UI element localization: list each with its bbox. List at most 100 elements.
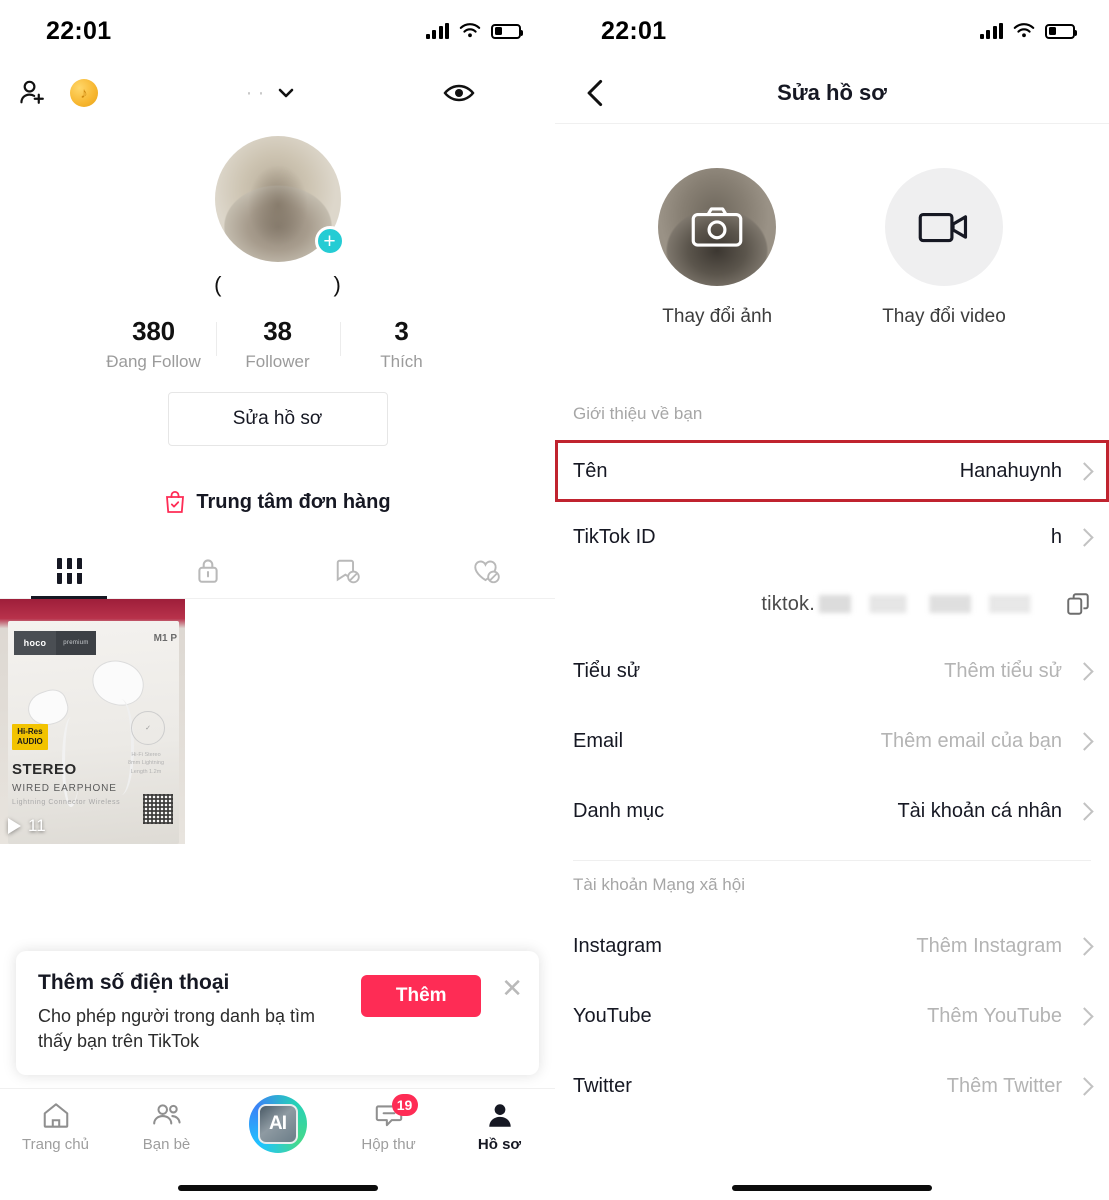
username-label: ·· <box>245 81 270 104</box>
play-count: 11 <box>8 816 46 836</box>
chevron-right-icon <box>1075 801 1094 821</box>
qr-code <box>143 794 173 824</box>
tab-liked[interactable] <box>416 544 555 598</box>
bottom-navigation: Trang chủ Bạn bè AI 19 Hộp thư Hồ sơ <box>0 1088 555 1200</box>
battery-icon <box>491 23 523 39</box>
change-video-item[interactable]: Thay đổi video <box>882 168 1006 328</box>
banner-title: Thêm số điện thoại <box>38 971 230 995</box>
row-name[interactable]: Tên Hanahuynh <box>555 440 1109 502</box>
nav-item-create[interactable]: AI <box>222 1095 333 1160</box>
order-center-label: Trung tâm đơn hàng <box>196 490 391 513</box>
row-bio[interactable]: Tiểu sử Thêm tiểu sử <box>555 636 1109 706</box>
nav-item-inbox[interactable]: 19 Hộp thư <box>333 1094 444 1153</box>
row-value: Tài khoản cá nhân <box>897 799 1062 822</box>
row-category[interactable]: Danh mục Tài khoản cá nhân <box>555 776 1109 846</box>
row-twitter[interactable]: Twitter Thêm Twitter <box>555 1051 1109 1121</box>
tab-saved[interactable] <box>278 544 417 598</box>
nav-item-profile[interactable]: Hồ sơ <box>444 1101 555 1153</box>
hamburger-menu-icon[interactable] <box>503 83 533 104</box>
nav-label: Hộp thư <box>361 1136 416 1153</box>
profile-stats: 380 Đang Follow 38 Follower 3 Thích <box>0 316 555 372</box>
chevron-right-icon <box>1075 1006 1094 1026</box>
hires-line1: Hi-Res <box>17 727 43 736</box>
video-camera-icon <box>918 212 968 243</box>
wired-earphone-label: WIRED EARPHONE <box>12 783 117 794</box>
stat-following[interactable]: 380 Đang Follow <box>92 316 216 372</box>
ai-create-icon[interactable]: AI <box>248 1095 307 1153</box>
tab-private[interactable] <box>139 544 278 598</box>
profile-icon <box>488 1104 511 1127</box>
stat-likes[interactable]: 3 Thích <box>339 316 464 372</box>
stat-value: 3 <box>394 316 409 346</box>
row-value: Thêm Twitter <box>946 1074 1062 1097</box>
dual-screenshot-container: 22:01 ♪ ·· + () 380 Đang Follow 38 Foll… <box>0 0 1109 1200</box>
home-indicator-right <box>732 1185 932 1191</box>
avatar-section: + <box>0 136 555 262</box>
copy-icon[interactable] <box>1065 591 1091 617</box>
row-right: Thêm tiểu sử <box>944 660 1094 683</box>
add-person-icon[interactable] <box>18 78 48 108</box>
status-indicators <box>979 22 1077 40</box>
status-time: 22:01 <box>601 16 667 45</box>
change-video-thumbnail[interactable] <box>884 168 1003 286</box>
order-center-link[interactable]: Trung tâm đơn hàng <box>0 490 555 514</box>
row-youtube[interactable]: YouTube Thêm YouTube <box>555 981 1109 1051</box>
eye-icon[interactable] <box>443 81 475 105</box>
row-instagram[interactable]: Instagram Thêm Instagram <box>555 911 1109 981</box>
home-icon <box>43 1103 68 1128</box>
hires-line2: AUDIO <box>17 737 43 746</box>
profile-screen: 22:01 ♪ ·· + () 380 Đang Follow 38 Foll… <box>0 0 555 1200</box>
row-right: Hanahuynh <box>960 460 1094 483</box>
change-photo-label: Thay đổi ảnh <box>662 306 773 327</box>
cord-right <box>108 699 134 795</box>
row-value: Thêm YouTube <box>927 1004 1062 1027</box>
handle-close-paren: ) <box>333 272 341 297</box>
product-specs: Hi-Fi Stereo 8mm Lightning Length 1.2m <box>127 752 165 775</box>
edit-profile-header: Sửa hồ sơ <box>555 62 1109 124</box>
product-model: M1 P <box>153 633 177 644</box>
row-label: TikTok ID <box>573 525 656 548</box>
stat-followers[interactable]: 38 Follower <box>215 316 340 372</box>
profile-url-prefix: tiktok. <box>761 592 815 615</box>
edit-profile-button[interactable]: Sửa hồ sơ <box>167 392 388 446</box>
stat-label: Thích <box>380 352 423 371</box>
username-dropdown[interactable]: ·· <box>98 81 443 105</box>
row-email[interactable]: Email Thêm email của bạn <box>555 706 1109 776</box>
ai-badge-inner: AI <box>257 1104 298 1144</box>
avatar-box[interactable]: + <box>214 136 345 262</box>
row-value: h <box>1050 525 1062 548</box>
stat-label: Đang Follow <box>106 352 201 371</box>
social-form-list: Instagram Thêm Instagram YouTube Thêm Yo… <box>555 911 1109 1121</box>
close-icon[interactable]: ✕ <box>501 975 523 1001</box>
banner-add-button[interactable]: Thêm <box>361 975 482 1018</box>
chevron-right-icon <box>1075 1076 1094 1096</box>
row-label: Email <box>573 729 624 752</box>
username-handle-row: ( ) <box>0 272 555 298</box>
profile-url-redacted <box>819 594 1049 613</box>
add-avatar-plus-icon[interactable]: + <box>314 226 345 256</box>
nav-label: Bạn bè <box>142 1136 191 1153</box>
nav-item-friends[interactable]: Bạn bè <box>111 1101 222 1153</box>
edit-profile-row: Sửa hồ sơ <box>0 392 555 446</box>
video-thumbnail[interactable]: hoco premium M1 P ✓ Hi-Fi Stereo 8mm Ligh… <box>0 599 185 844</box>
back-chevron-icon[interactable] <box>583 79 609 106</box>
change-photo-thumbnail[interactable] <box>658 168 777 286</box>
change-photo-item[interactable]: Thay đổi ảnh <box>658 168 777 328</box>
play-count-value: 11 <box>28 816 46 835</box>
row-right: tiktok. <box>761 591 1091 617</box>
tab-videos[interactable] <box>0 544 139 598</box>
nav-item-home[interactable]: Trang chủ <box>0 1101 111 1153</box>
banner-text: Thêm số điện thoại Cho phép người trong … <box>38 971 351 1053</box>
row-label: Danh mục <box>573 799 665 822</box>
row-label: YouTube <box>573 1004 652 1027</box>
edit-profile-screen: 22:01 Sửa hồ sơ Thay đổi ảnh Thay đổi vi… <box>555 0 1109 1200</box>
profile-top-right <box>443 81 533 105</box>
shopping-bag-icon <box>166 491 185 513</box>
nav-label: Trang chủ <box>22 1136 89 1153</box>
tiktok-coin-icon[interactable]: ♪ <box>70 79 98 107</box>
status-time: 22:01 <box>46 16 112 45</box>
battery-icon <box>1045 23 1077 39</box>
stat-label: Follower <box>245 352 310 371</box>
row-profile-url[interactable]: tiktok. <box>555 572 1109 636</box>
row-tiktok-id[interactable]: TikTok ID h <box>555 502 1109 572</box>
